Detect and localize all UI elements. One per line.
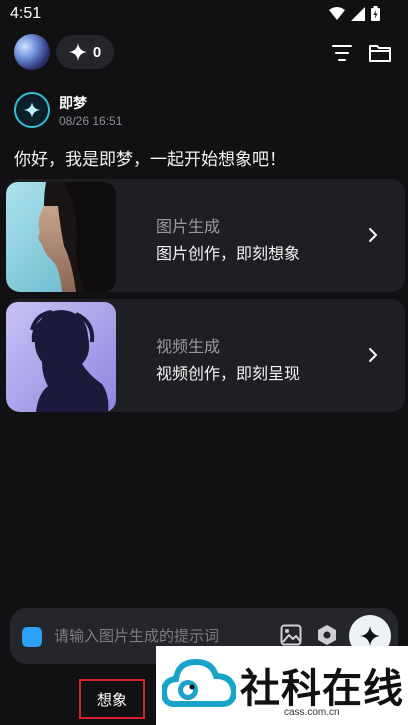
image-generation-thumbnail: [6, 182, 116, 292]
top-bar: 0: [0, 32, 408, 74]
model-settings-button[interactable]: [316, 624, 338, 646]
bot-timestamp: 08/26 16:51: [59, 114, 123, 128]
card-subtitle: 图片创作，即刻想象: [156, 244, 301, 263]
status-time: 4:51: [10, 5, 42, 22]
status-icons: [329, 6, 380, 21]
hexagon-icon: [318, 625, 336, 645]
sparkle-icon: [24, 102, 40, 118]
signal-icon: [351, 6, 365, 21]
filter-button[interactable]: [330, 41, 354, 65]
card-subtitle: 视频创作，即刻呈现: [156, 364, 301, 383]
image-icon: [280, 624, 302, 646]
chevron-right-icon: [369, 228, 377, 242]
prompt-input[interactable]: [54, 624, 264, 648]
status-bar: 4:51: [0, 0, 408, 28]
sparkle-icon: [68, 43, 87, 61]
greeting-message: 你好，我是即梦，一起开始想象吧！: [14, 150, 286, 170]
video-generation-thumbnail: [6, 302, 116, 412]
card-title: 图片生成: [156, 217, 221, 236]
card-title: 视频生成: [156, 337, 221, 356]
bot-avatar: [14, 92, 50, 128]
folder-icon: [369, 45, 391, 62]
wifi-icon: [329, 6, 345, 20]
bot-name: 即梦: [59, 96, 87, 112]
watermark: 社科在线 cass.com.cn: [156, 646, 408, 725]
mode-selector[interactable]: [22, 627, 42, 647]
chevron-right-icon: [369, 348, 377, 362]
credits-count: 0: [92, 43, 102, 61]
image-upload-button[interactable]: [280, 624, 302, 646]
video-generation-card[interactable]: 视频生成 视频创作，即刻呈现: [6, 299, 405, 412]
battery-icon: [371, 6, 380, 21]
cloud-logo-icon: [162, 658, 236, 707]
bot-message-header: 即梦 08/26 16:51: [14, 92, 394, 132]
credits-button[interactable]: 0: [56, 35, 114, 69]
user-avatar[interactable]: [14, 34, 50, 70]
filter-icon: [332, 45, 352, 61]
watermark-url: cass.com.cn: [284, 707, 340, 718]
tab-imagine[interactable]: 想象: [79, 679, 145, 719]
image-generation-card[interactable]: 图片生成 图片创作，即刻想象: [6, 179, 405, 292]
watermark-text: 社科在线: [240, 666, 404, 712]
folder-button[interactable]: [368, 41, 392, 65]
sparkle-icon: [360, 626, 380, 646]
